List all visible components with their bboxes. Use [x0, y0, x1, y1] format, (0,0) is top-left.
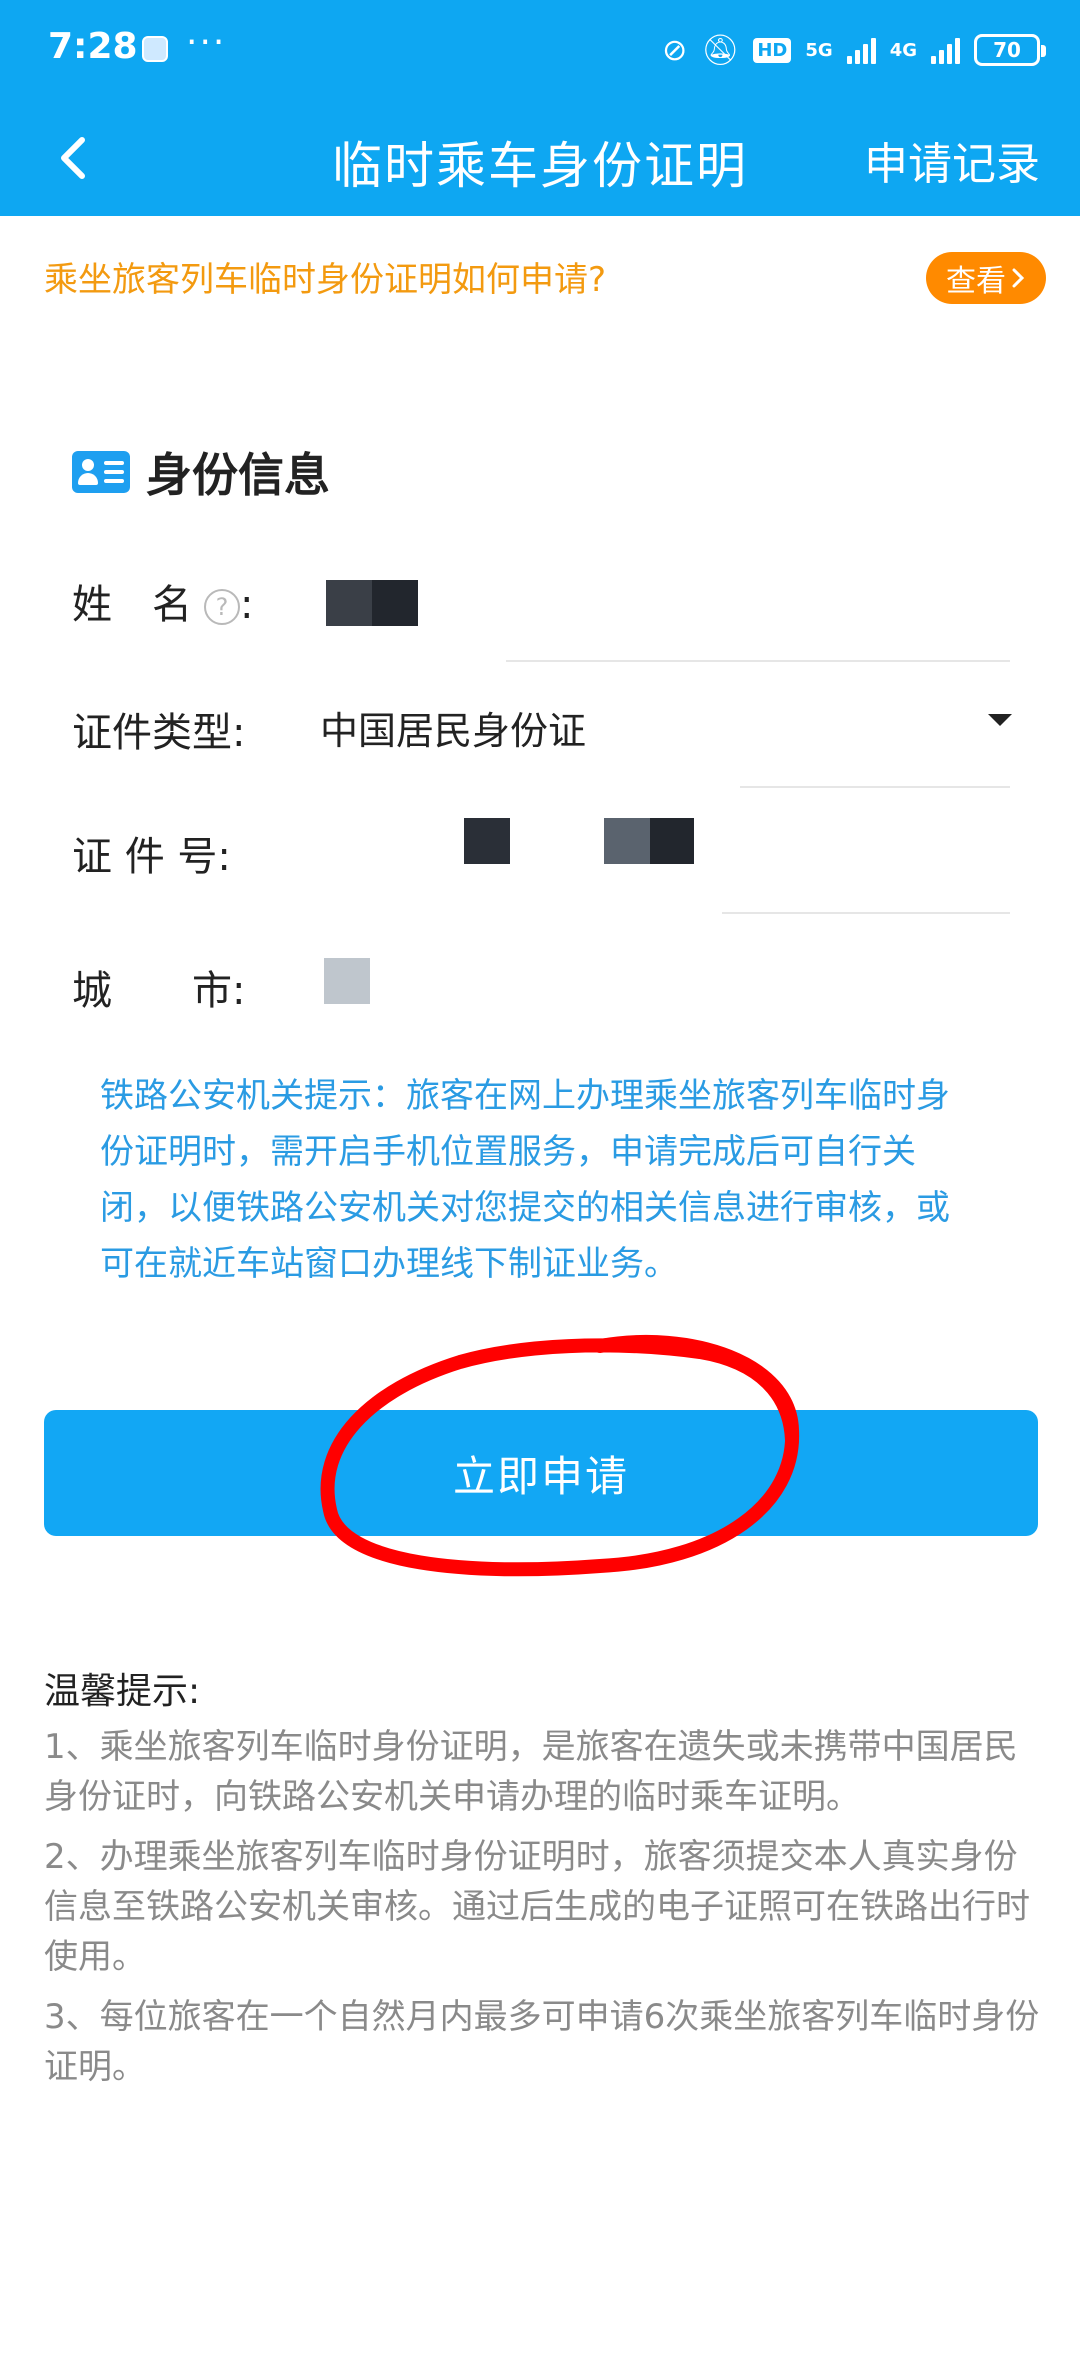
- id-type-underline: [740, 786, 1010, 788]
- identity-section-header: 身份信息: [72, 442, 330, 502]
- id-number-redaction-2: [604, 818, 652, 864]
- screen: 7:28 ··· ⊘ 🔕︎ HD 5G 4G 70 临时乘车身份证明 申请记录 …: [0, 0, 1080, 2370]
- status-bar: 7:28 ··· ⊘ 🔕︎ HD 5G 4G 70: [0, 0, 1080, 100]
- caret-down-icon[interactable]: [988, 714, 1012, 726]
- help-banner: 乘坐旅客列车临时身份证明如何申请? 查看: [0, 216, 1080, 336]
- police-notice: 铁路公安机关提示：旅客在网上办理乘坐旅客列车临时身份证明时，需开启手机位置服务，…: [100, 1076, 950, 1284]
- hotspot-icon: ⊘: [662, 32, 688, 68]
- net-4g-label: 4G: [889, 39, 917, 61]
- id-type-label: 证件类型:: [72, 710, 246, 756]
- tip-item: 2、办理乘坐旅客列车临时身份证明时，旅客须提交本人真实身份信息至铁路公安机关审核…: [44, 1837, 1030, 1977]
- id-number-redaction-3: [650, 818, 694, 864]
- id-number-label: 证 件 号:: [72, 834, 231, 880]
- name-underline: [506, 660, 1010, 662]
- help-question-icon[interactable]: ?: [204, 589, 240, 625]
- battery-icon: 70: [974, 34, 1046, 66]
- mute-bell-icon: 🔕︎: [701, 32, 740, 68]
- header: 7:28 ··· ⊘ 🔕︎ HD 5G 4G 70 临时乘车身份证明 申请记录: [0, 0, 1080, 216]
- help-question-link[interactable]: 乘坐旅客列车临时身份证明如何申请?: [44, 252, 606, 301]
- apply-button[interactable]: 立即申请: [44, 1410, 1038, 1536]
- nav-bar: 临时乘车身份证明 申请记录: [0, 100, 1080, 216]
- tips-title: 温馨提示:: [44, 1671, 201, 1712]
- notification-app-icon: [142, 36, 168, 62]
- city-row[interactable]: 城 市:: [72, 952, 1012, 1032]
- id-number-underline: [722, 912, 1010, 914]
- name-redaction: [326, 580, 378, 626]
- id-type-select-value[interactable]: 中国居民身份证: [320, 700, 586, 755]
- city-redaction: [324, 958, 370, 1004]
- tips-list: 1、乘坐旅客列车临时身份证明，是旅客在遗失或未携带中国居民身份证时，向铁路公安机…: [44, 1722, 1044, 2102]
- hd-badge: HD: [753, 37, 792, 63]
- signal-bars-icon: [846, 36, 876, 64]
- name-row: 姓 名?:: [72, 566, 1012, 656]
- id-card-icon: [72, 451, 130, 493]
- records-link[interactable]: 申请记录: [864, 128, 1040, 192]
- name-redaction-2: [372, 580, 418, 626]
- signal-bars-icon-2: [931, 36, 960, 64]
- status-icons: ⊘ 🔕︎ HD 5G 4G 70: [662, 28, 1046, 72]
- chevron-right-icon: [1012, 268, 1025, 288]
- city-label: 城 市:: [72, 968, 246, 1014]
- id-number-row[interactable]: 证 件 号:: [72, 818, 1012, 898]
- status-time: 7:28: [48, 26, 138, 67]
- battery-level: 70: [993, 38, 1021, 62]
- view-button[interactable]: 查看: [926, 252, 1046, 304]
- view-label: 查看: [946, 264, 1006, 299]
- section-title: 身份信息: [146, 448, 330, 502]
- more-notifications-icon: ···: [186, 22, 227, 63]
- net-5g-label: 5G: [805, 39, 833, 61]
- tip-item: 3、每位旅客在一个自然月内最多可申请6次乘坐旅客列车临时身份证明。: [44, 1997, 1040, 2087]
- apply-label: 立即申请: [452, 1451, 629, 1501]
- name-label: 姓 名?:: [72, 582, 254, 628]
- id-type-row[interactable]: 证件类型: 中国居民身份证: [72, 696, 1012, 776]
- tip-item: 1、乘坐旅客列车临时身份证明，是旅客在遗失或未携带中国居民身份证时，向铁路公安机…: [44, 1727, 1018, 1817]
- id-number-redaction: [464, 818, 510, 864]
